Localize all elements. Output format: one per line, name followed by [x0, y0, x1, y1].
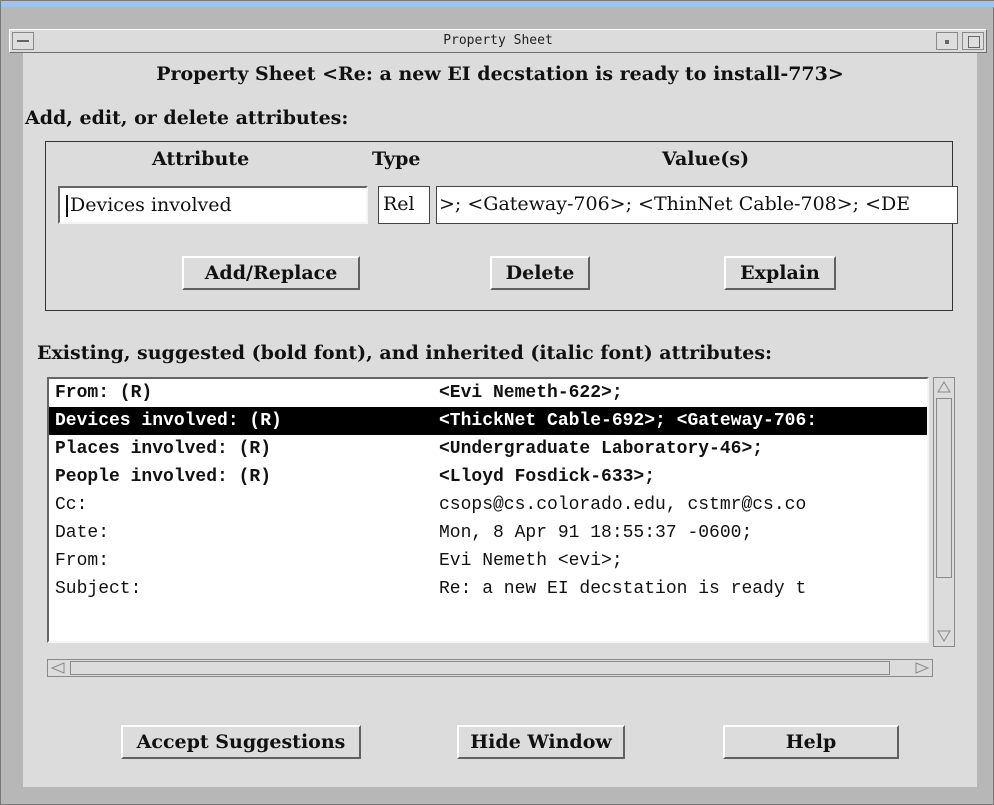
hide-window-button[interactable]: Hide Window: [457, 725, 625, 759]
scroll-left-icon[interactable]: [51, 662, 65, 674]
maximize-button[interactable]: [962, 32, 984, 50]
attribute-name: Places involved: (R): [55, 439, 272, 459]
attribute-input[interactable]: Devices involved: [58, 186, 368, 224]
minimize-button[interactable]: [936, 32, 958, 50]
text-cursor: [66, 195, 68, 217]
window-title: Property Sheet: [443, 33, 553, 48]
vertical-scrollbar[interactable]: [933, 377, 955, 647]
type-column-header: Type: [372, 148, 421, 170]
client-area: Property Sheet <Re: a new EI decstation …: [23, 53, 977, 787]
scroll-right-icon[interactable]: [915, 662, 929, 674]
window-frame: Property Sheet Property Sheet <Re: a new…: [0, 0, 994, 805]
desktop-strip: [1, 1, 994, 7]
attribute-name: Subject:: [55, 579, 142, 599]
attribute-name: People involved: (R): [55, 467, 272, 487]
values-input-value: >; <Gateway-706>; <ThinNet Cable-708>; <…: [439, 193, 911, 215]
list-item[interactable]: Places involved: (R) <Undergraduate Labor…: [49, 435, 927, 463]
sheet-title: Property Sheet <Re: a new EI decstation …: [156, 63, 844, 85]
add-replace-button[interactable]: Add/Replace: [182, 256, 360, 290]
type-field-value: Rel: [383, 193, 415, 215]
values-column-header: Value(s): [662, 148, 750, 170]
type-field[interactable]: Rel: [378, 186, 430, 224]
explain-button[interactable]: Explain: [724, 256, 836, 290]
attribute-value: Evi Nemeth <evi>;: [439, 551, 623, 571]
edit-section-label: Add, edit, or delete attributes:: [25, 107, 349, 129]
vertical-scroll-thumb[interactable]: [936, 398, 952, 578]
list-item[interactable]: Cc: csops@cs.colorado.edu, cstmr@cs.co: [49, 491, 927, 519]
scroll-up-icon[interactable]: [937, 381, 951, 393]
help-button[interactable]: Help: [723, 725, 899, 759]
list-item[interactable]: From: Evi Nemeth <evi>;: [49, 547, 927, 575]
minimize-icon: [945, 40, 949, 44]
list-item[interactable]: People involved: (R) <Lloyd Fosdick-633>;: [49, 463, 927, 491]
attribute-value: Mon, 8 Apr 91 18:55:37 -0600;: [439, 523, 753, 543]
attribute-name: From:: [55, 551, 110, 571]
attribute-value: <Lloyd Fosdick-633>;: [439, 467, 656, 487]
attribute-name: From: (R): [55, 383, 153, 403]
attribute-value: csops@cs.colorado.edu, cstmr@cs.co: [439, 495, 807, 515]
attribute-value: <ThickNet Cable-692>; <Gateway-706:: [439, 411, 818, 431]
existing-section-label: Existing, suggested (bold font), and inh…: [37, 342, 773, 364]
edit-group: Attribute Type Value(s) Devices involved…: [45, 141, 958, 311]
list-item[interactable]: Subject: Re: a new EI decstation is ready…: [49, 575, 927, 603]
delete-button[interactable]: Delete: [490, 256, 590, 290]
attribute-value: <Undergraduate Laboratory-46>;: [439, 439, 764, 459]
accept-suggestions-button[interactable]: Accept Suggestions: [121, 725, 361, 759]
title-bar[interactable]: Property Sheet: [9, 29, 987, 53]
list-item[interactable]: From: (R) <Evi Nemeth-622>;: [49, 379, 927, 407]
list-item[interactable]: Date: Mon, 8 Apr 91 18:55:37 -0600;: [49, 519, 927, 547]
attribute-list[interactable]: From: (R) <Evi Nemeth-622>; Devices involv…: [47, 377, 929, 643]
attribute-column-header: Attribute: [152, 148, 250, 170]
maximize-icon: [968, 36, 980, 48]
attribute-value: Re: a new EI decstation is ready t: [439, 579, 807, 599]
attribute-name: Devices involved: (R): [55, 411, 282, 431]
values-input[interactable]: >; <Gateway-706>; <ThinNet Cable-708>; <…: [436, 186, 958, 224]
attribute-name: Date:: [55, 523, 110, 543]
horizontal-scroll-thumb[interactable]: [70, 661, 890, 675]
attribute-value: <Evi Nemeth-622>;: [439, 383, 623, 403]
list-item[interactable]: Devices involved: (R) <ThickNet Cable-692…: [49, 407, 927, 435]
attribute-name: Cc:: [55, 495, 88, 515]
attribute-input-value: Devices involved: [70, 194, 232, 216]
scroll-down-icon[interactable]: [937, 630, 951, 642]
horizontal-scrollbar[interactable]: [47, 659, 933, 677]
